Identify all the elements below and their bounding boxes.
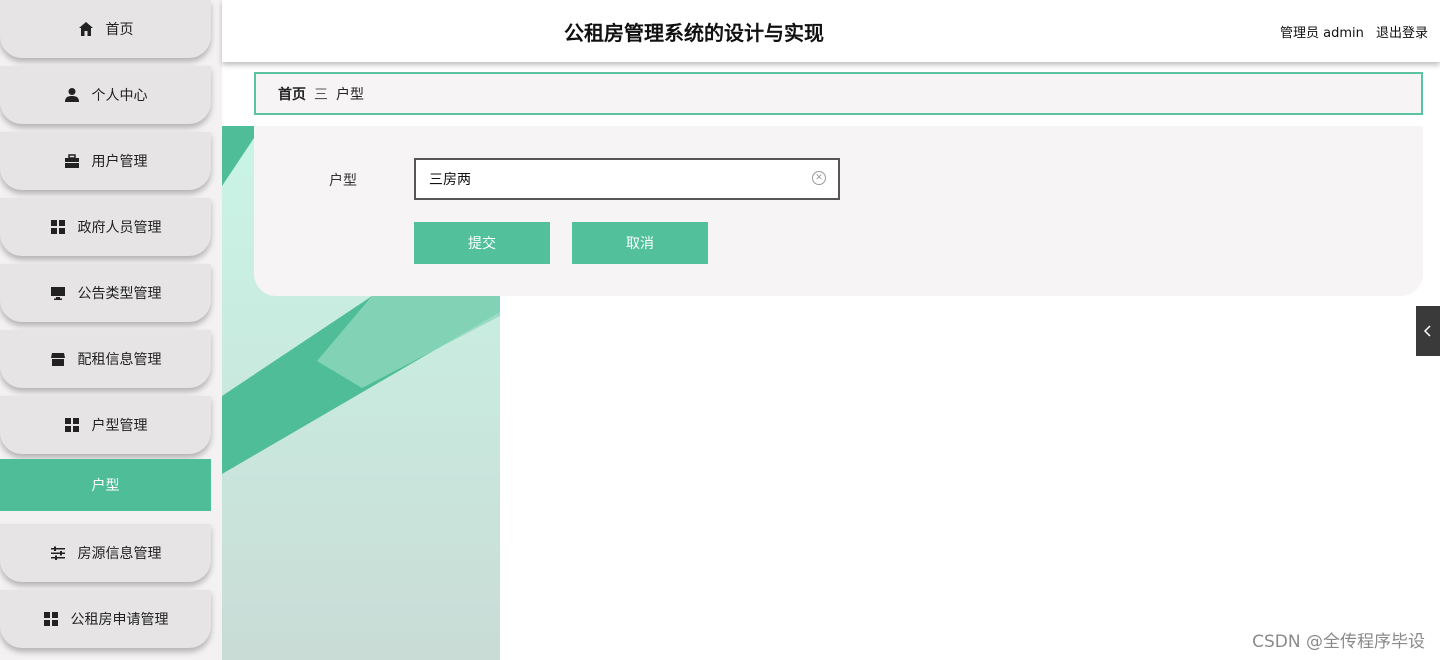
sidebar-item-label: 用户管理 <box>91 154 148 170</box>
chevron-left-icon <box>1423 322 1433 341</box>
sidebar-item-home[interactable]: 首页 <box>0 0 211 58</box>
breadcrumb-current: 户型 <box>336 86 364 103</box>
sidebar-item-label: 公租房申请管理 <box>70 612 169 628</box>
sidebar-item-label: 配租信息管理 <box>77 352 162 368</box>
sidebar-item-notice-types[interactable]: 公告类型管理 <box>0 264 211 322</box>
top-header: 公租房管理系统的设计与实现 管理员 admin 退出登录 <box>222 0 1440 62</box>
breadcrumb: 首页 三 户型 <box>254 72 1423 115</box>
grid-icon <box>50 219 66 235</box>
collapse-tab[interactable] <box>1416 306 1440 356</box>
submit-button[interactable]: 提交 <box>414 222 550 264</box>
sidebar-item-user-management[interactable]: 用户管理 <box>0 132 211 190</box>
sidebar-item-label: 个人中心 <box>91 88 148 104</box>
sidebar-subitem-room-type[interactable]: 户型 <box>0 459 211 511</box>
sidebar-item-government-staff[interactable]: 政府人员管理 <box>0 198 211 256</box>
breadcrumb-home[interactable]: 首页 <box>278 84 306 104</box>
sidebar-item-label: 首页 <box>105 22 134 38</box>
user-area: 管理员 admin 退出登录 <box>1272 22 1428 41</box>
sidebar-item-housing-application[interactable]: 公租房申请管理 <box>0 590 211 648</box>
room-type-input[interactable] <box>414 158 840 200</box>
sidebar-item-personal-center[interactable]: 个人中心 <box>0 66 211 124</box>
cancel-button[interactable]: 取消 <box>572 222 708 264</box>
home-icon <box>78 21 94 37</box>
person-icon <box>64 87 80 103</box>
form-panel: 户型 ✕ 提交 取消 <box>254 126 1423 296</box>
logout-link[interactable]: 退出登录 <box>1376 26 1428 41</box>
briefcase-icon <box>64 153 80 169</box>
store-icon <box>50 351 66 367</box>
current-user-label: 管理员 admin <box>1279 26 1364 41</box>
sliders-icon <box>50 545 66 561</box>
grid-icon <box>43 611 59 627</box>
breadcrumb-separator: 三 <box>314 86 328 103</box>
room-type-label: 户型 <box>329 173 357 189</box>
sidebar-item-rental-allocation[interactable]: 配租信息管理 <box>0 330 211 388</box>
sidebar-item-label: 政府人员管理 <box>77 220 162 236</box>
sidebar-item-room-type-management[interactable]: 户型管理 <box>0 396 211 454</box>
grid-icon <box>64 417 80 433</box>
sidebar: 首页 个人中心 用户管理 政府人员管理 公告类型管理 配租信息管理 户型管理 户… <box>0 0 222 660</box>
monitor-icon <box>50 285 66 301</box>
sidebar-subitem-label: 户型 <box>91 478 120 494</box>
app-title: 公租房管理系统的设计与实现 <box>564 21 824 45</box>
sidebar-item-housing-info[interactable]: 房源信息管理 <box>0 524 211 582</box>
watermark: CSDN @全传程序毕设 <box>1252 632 1425 652</box>
sidebar-item-label: 户型管理 <box>91 418 148 434</box>
clear-icon[interactable]: ✕ <box>812 171 826 185</box>
sidebar-item-label: 房源信息管理 <box>77 546 162 562</box>
sidebar-item-label: 公告类型管理 <box>77 286 162 302</box>
